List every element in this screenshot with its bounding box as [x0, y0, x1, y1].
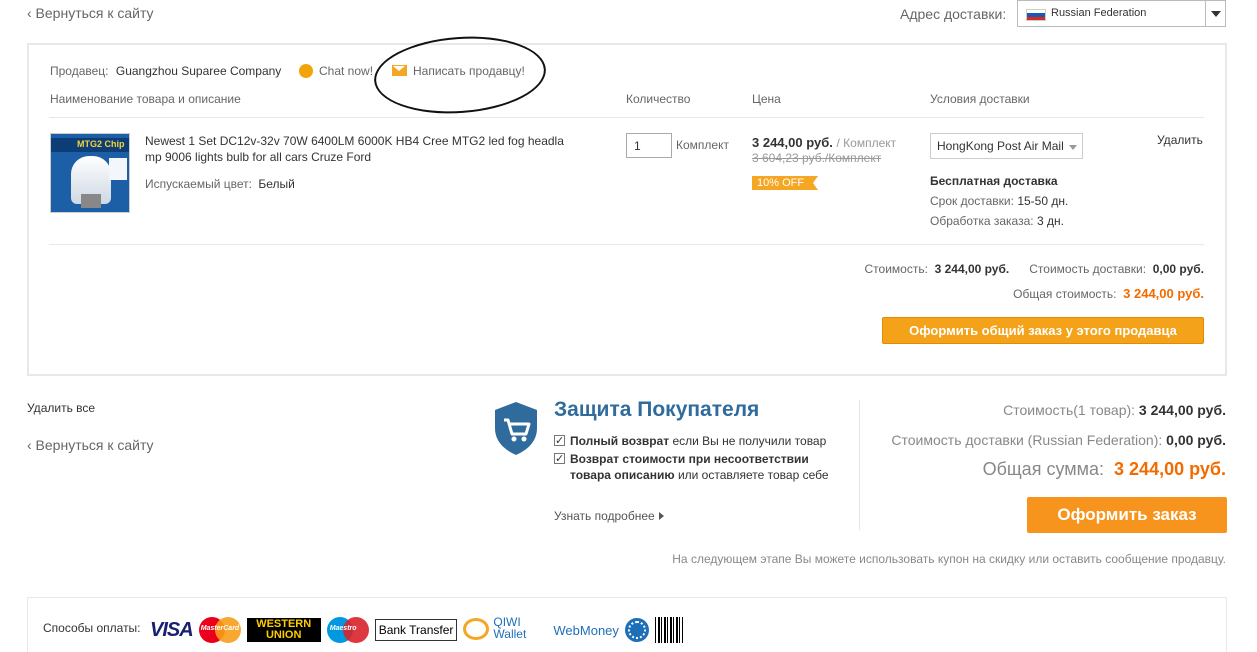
delete-item-link[interactable]: Удалить: [1157, 133, 1203, 147]
bank-transfer-logo-icon: Bank Transfer: [374, 619, 458, 641]
seller-info: Продавец: Guangzhou Suparee Company: [50, 64, 281, 78]
processing-time: Обработка заказа: 3 дн.: [930, 214, 1064, 228]
checkbox-icon: [554, 433, 565, 449]
quantity-unit: Комплект: [676, 138, 729, 152]
item-price: 3 244,00 руб. / Комплект: [752, 135, 896, 150]
checkbox-icon: [554, 451, 565, 467]
back-to-site-link-top[interactable]: ‹ Вернуться к сайту: [27, 5, 154, 21]
seller-order-button[interactable]: Оформить общий заказ у этого продавца: [882, 317, 1204, 344]
item-price-unit: / Комплект: [836, 136, 897, 150]
column-header-shipping: Условия доставки: [930, 92, 1030, 106]
buyer-protection-title: Защита Покупателя: [554, 398, 760, 421]
back-to-site-link-bottom[interactable]: ‹ Вернуться к сайту: [27, 437, 154, 453]
item-divider: [49, 244, 1204, 245]
chevron-down-icon[interactable]: [1205, 1, 1225, 26]
next-step-note: На следующем этапе Вы можете использоват…: [672, 552, 1226, 566]
free-shipping-label: Бесплатная доставка: [930, 174, 1058, 188]
delete-all-link[interactable]: Удалить все: [27, 401, 95, 415]
item-old-price: 3 604,23 руб./Комплект: [752, 151, 882, 165]
order-shipping-cost: Стоимость доставки (Russian Federation):…: [891, 432, 1226, 448]
russia-flag-icon: [1026, 9, 1046, 21]
delivery-term: Срок доставки: 15-50 дн.: [930, 194, 1069, 208]
protection-item-mismatch: Возврат стоимости при несоответствии тов…: [554, 451, 844, 483]
item-price-value: 3 244,00 руб.: [752, 135, 833, 150]
product-thumbnail[interactable]: MTG2 Chip: [50, 133, 130, 213]
order-total: Общая сумма: 3 244,00 руб.: [982, 459, 1226, 479]
chat-icon: [299, 64, 313, 78]
delivery-address-label: Адрес доставки:: [900, 6, 1007, 22]
payment-logos: VISA MasterCard WESTERN UNION Maestro Ba…: [150, 616, 683, 644]
seller-name-link[interactable]: Guangzhou Suparee Company: [116, 64, 281, 78]
delivery-country-select[interactable]: Russian Federation: [1017, 0, 1226, 27]
discount-badge: 10% OFF: [752, 176, 818, 190]
payment-methods-label: Способы оплаты:: [43, 621, 141, 635]
western-union-logo-icon: WESTERN UNION: [246, 618, 321, 642]
column-header-price: Цена: [752, 92, 781, 106]
shipping-method-select[interactable]: HongKong Post Air Mail: [930, 133, 1083, 159]
shield-cart-icon: [495, 402, 537, 455]
caret-down-icon: [1069, 145, 1077, 150]
delivery-country-value: Russian Federation: [1051, 7, 1147, 19]
qiwi-wallet-logo-icon: QIWI Wallet: [463, 616, 547, 644]
color-value: Белый: [258, 177, 295, 191]
learn-more-link[interactable]: Узнать подробнее: [554, 509, 664, 523]
mastercard-logo-icon: MasterCard: [198, 617, 241, 643]
vertical-divider: [859, 400, 860, 530]
webmoney-logo-icon: WebMoney: [553, 622, 619, 638]
chat-now-label: Chat now!: [319, 64, 374, 78]
header-divider: [49, 117, 1204, 118]
protection-item-refund: Полный возврат если Вы не получили товар: [554, 433, 844, 449]
boleto-barcode-icon: [654, 617, 683, 643]
order-cost: Стоимость(1 товар): 3 244,00 руб.: [1003, 402, 1226, 418]
seller-cost-summary: Стоимость: 3 244,00 руб. Стоимость доста…: [864, 262, 1205, 276]
color-label: Испускаемый цвет:: [145, 177, 252, 191]
product-title-link[interactable]: Newest 1 Set DC12v-32v 70W 6400LM 6000K …: [145, 133, 575, 165]
arrow-right-icon: [658, 512, 664, 520]
buyer-protection-list: Полный возврат если Вы не получили товар…: [554, 433, 844, 485]
maestro-logo-icon: Maestro: [326, 617, 369, 643]
checkout-button[interactable]: Оформить заказ: [1027, 497, 1227, 533]
seller-total-summary: Общая стоимость: 3 244,00 руб.: [1013, 286, 1204, 301]
column-header-product: Наименование товара и описание: [50, 92, 241, 106]
chat-now-link[interactable]: Chat now!: [299, 64, 373, 78]
webmoney-globe-icon: [624, 618, 649, 642]
quantity-input[interactable]: [626, 133, 672, 158]
column-header-quantity: Количество: [626, 92, 691, 106]
visa-logo-icon: VISA: [150, 618, 194, 641]
product-color: Испускаемый цвет: Белый: [145, 177, 295, 191]
shipping-method-value: HongKong Post Air Mail: [937, 139, 1064, 153]
product-thumbnail-caption: MTG2 Chip: [77, 139, 125, 149]
seller-label: Продавец:: [50, 64, 109, 78]
